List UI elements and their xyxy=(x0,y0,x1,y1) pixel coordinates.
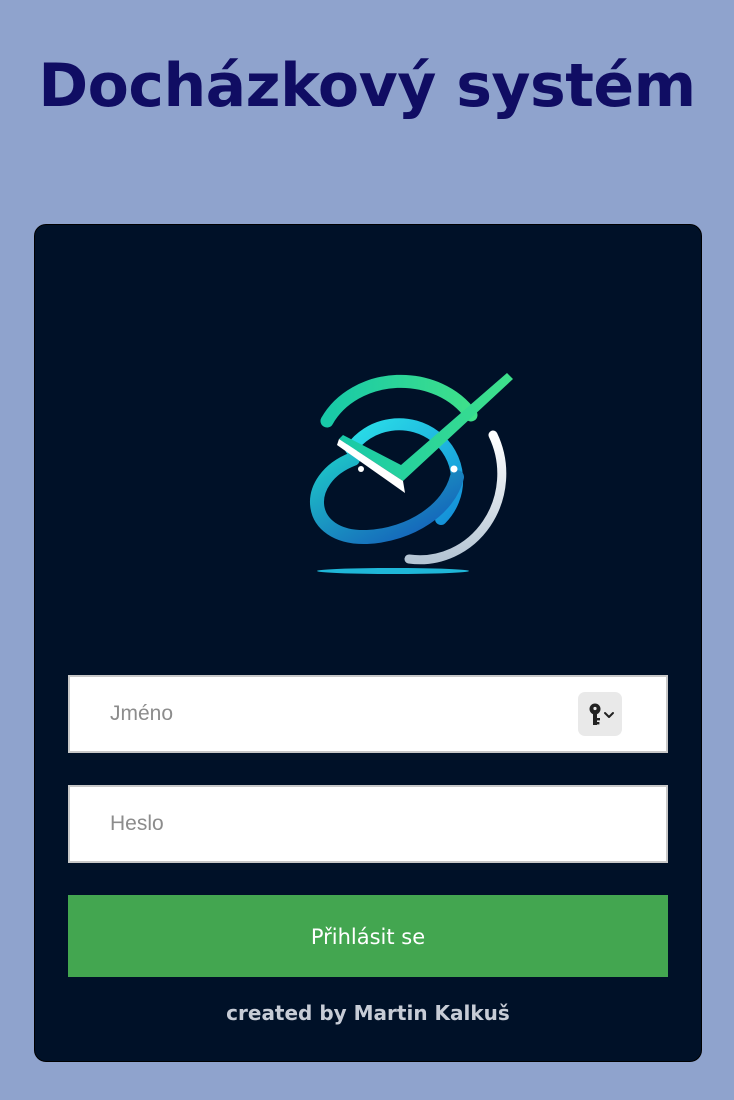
login-card: Přihlásit se created by Martin Kalkuš xyxy=(34,224,702,1062)
password-manager-button[interactable] xyxy=(578,692,622,736)
username-input[interactable] xyxy=(70,677,570,751)
username-field-wrapper xyxy=(68,675,668,753)
key-icon xyxy=(589,703,614,725)
checkmark-circle-logo-icon xyxy=(310,373,513,574)
login-button[interactable]: Přihlásit se xyxy=(68,895,668,977)
footer-credit: created by Martin Kalkuš xyxy=(226,1001,510,1025)
password-field-wrapper xyxy=(68,785,668,863)
page-title: Docházkový systém xyxy=(38,51,696,121)
chevron-down-icon xyxy=(604,712,614,718)
password-input[interactable] xyxy=(70,787,570,861)
